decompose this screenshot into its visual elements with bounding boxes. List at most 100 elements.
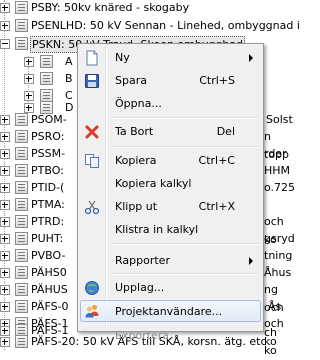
menu-item-shortcut: Ctrl+X — [198, 200, 235, 213]
expand-plus-icon[interactable] — [0, 3, 10, 13]
folder-node-icon — [40, 55, 53, 68]
globe-icon — [85, 281, 99, 295]
menu-item-label: Rapporter — [115, 254, 170, 267]
menu-item-label: Spara — [115, 74, 147, 87]
tree-row-child-b[interactable]: B — [0, 70, 80, 88]
project-node-icon — [15, 249, 28, 262]
tree-row-label-fragment: ch ko — [264, 326, 278, 357]
menu-separator — [110, 117, 259, 119]
menu-item-projektanvandare[interactable]: Projektanvändare... — [80, 300, 261, 322]
project-node-icon — [15, 147, 28, 160]
project-node-icon — [15, 300, 28, 313]
tree-row-label: PVBO- — [31, 249, 66, 262]
expand-plus-icon[interactable] — [0, 337, 10, 347]
menu-item-exportera: Exportera — [80, 321, 261, 343]
expand-plus-icon[interactable] — [0, 302, 10, 312]
menu-separator — [110, 146, 259, 148]
project-node-icon — [15, 19, 28, 32]
tree-row-child-a[interactable]: A — [0, 53, 80, 71]
project-node-icon — [15, 130, 28, 143]
menu-item-rapporter[interactable]: Rapporter — [80, 237, 261, 267]
expand-plus-icon[interactable] — [0, 115, 10, 125]
tree-row-label-fragment: rder — [264, 147, 287, 160]
collapse-minus-icon[interactable] — [0, 39, 10, 49]
expand-plus-icon[interactable] — [24, 74, 34, 84]
tree-row-label-fragment: Åhus — [264, 266, 292, 279]
menu-item-kopiera[interactable]: Kopiera Ctrl+C — [80, 150, 261, 172]
menu-item-shortcut: Del — [216, 125, 235, 138]
tree-row-label: A — [65, 55, 73, 68]
menu-item-label: Upplag... — [115, 281, 165, 294]
project-node-icon — [15, 181, 28, 194]
expand-plus-icon[interactable] — [0, 285, 10, 295]
menu-item-label: Kopiera kalkyl — [115, 177, 192, 190]
tree-row-label-fragment: Ås — [268, 300, 282, 313]
tree-row-label-fragment: gsryd — [264, 232, 295, 245]
menu-separator — [110, 273, 259, 275]
menu-item-kopiera-kalkyl[interactable]: Kopiera kalkyl — [80, 173, 261, 195]
tree-row-label: PSRO: — [31, 130, 65, 143]
copy-icon — [85, 154, 99, 168]
project-node-icon — [15, 164, 28, 177]
menu-item-label: Ta Bort — [115, 125, 154, 138]
floppy-disk-icon — [85, 74, 99, 88]
expand-plus-icon[interactable] — [0, 200, 10, 210]
expand-plus-icon[interactable] — [0, 251, 10, 261]
tree-row-label: PTMA: — [31, 198, 65, 211]
users-icon — [85, 305, 99, 318]
tree-row-label: PSENLHD: 50 kV Sennan - Linehed, ombyggn… — [31, 19, 300, 32]
expand-plus-icon[interactable] — [0, 268, 10, 278]
expand-plus-icon[interactable] — [0, 234, 10, 244]
tree-row-label-fragment: tning — [264, 249, 293, 262]
tree-row-psby[interactable]: PSBY: 50kv knäred - skogaby — [0, 0, 288, 17]
menu-item-label: Exportera — [115, 329, 170, 342]
context-menu[interactable]: Ny Spara Ctrl+S Öppna... Ta Bort Del Kop… — [77, 43, 264, 342]
tree-row-label: PÄHUS — [31, 283, 68, 296]
project-node-icon — [15, 113, 28, 126]
menu-item-shortcut: Ctrl+S — [199, 74, 235, 87]
tree-row-label-fragment: HHM — [264, 164, 291, 177]
tree-row-psenlhd[interactable]: PSENLHD: 50 kV Sennan - Linehed, ombyggn… — [0, 17, 300, 35]
expand-plus-icon[interactable] — [0, 149, 10, 159]
tree-row-label: PTRD: — [31, 215, 65, 228]
submenu-arrow-icon — [249, 257, 253, 265]
tree-row-label-fragment: o.725 — [264, 181, 296, 194]
menu-item-label: Ny — [115, 51, 130, 64]
menu-item-ny[interactable]: Ny — [80, 47, 261, 69]
menu-item-label: Öppna... — [115, 97, 162, 110]
expand-plus-icon[interactable] — [0, 183, 10, 193]
project-node-icon — [15, 198, 28, 211]
folder-node-icon — [40, 72, 53, 85]
project-node-icon — [15, 266, 28, 279]
project-node-icon — [15, 215, 28, 228]
tree-row-label-fragment: Solst — [266, 113, 293, 126]
project-node-icon — [15, 1, 28, 14]
tree-row-label: PÄFS-0 — [31, 300, 69, 313]
tree-row-label: PUHT: — [31, 232, 64, 245]
tree-row-label: PTBO: — [31, 164, 64, 177]
menu-item-shortcut: Ctrl+C — [198, 154, 235, 167]
menu-item-label: Klipp ut — [115, 200, 158, 213]
project-node-icon — [15, 37, 28, 50]
project-node-icon — [15, 232, 28, 245]
new-file-icon — [86, 50, 98, 66]
tree-row-label: PTID-( — [31, 181, 65, 194]
expand-plus-icon[interactable] — [0, 132, 10, 142]
menu-item-spara[interactable]: Spara Ctrl+S — [80, 70, 261, 92]
menu-item-ta-bort[interactable]: Ta Bort Del — [80, 121, 261, 143]
expand-plus-icon[interactable] — [24, 57, 34, 67]
project-node-icon — [15, 335, 28, 348]
tree-row-label: PSOM- — [31, 113, 67, 126]
expand-plus-icon[interactable] — [0, 21, 10, 31]
tree-row-label: PSSM- — [31, 147, 66, 160]
tree-row-label: B — [65, 72, 73, 85]
red-x-icon — [85, 125, 99, 139]
expand-plus-icon[interactable] — [0, 217, 10, 227]
menu-item-label: Projektanvändare... — [115, 305, 223, 318]
menu-item-oppna[interactable]: Öppna... — [80, 93, 261, 115]
menu-item-klipp-ut[interactable]: Klipp ut Ctrl+X — [80, 196, 261, 218]
menu-item-upplag[interactable]: Upplag... — [80, 277, 261, 299]
tree-row-label: PSBY: 50kv knäred - skogaby — [31, 1, 190, 14]
submenu-arrow-icon — [249, 54, 253, 62]
expand-plus-icon[interactable] — [0, 166, 10, 176]
